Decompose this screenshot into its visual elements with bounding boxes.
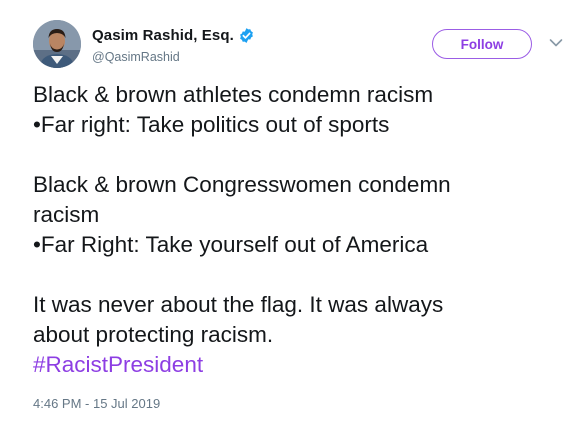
author-handle[interactable]: @QasimRashid bbox=[92, 50, 255, 64]
verified-badge-icon bbox=[239, 27, 253, 43]
tweet-line: racism bbox=[33, 202, 100, 227]
hashtag-link[interactable]: #RacistPresident bbox=[33, 352, 203, 377]
tweet-line: It was never about the flag. It was alwa… bbox=[33, 292, 444, 317]
follow-button[interactable]: Follow bbox=[432, 29, 532, 59]
tweet-text: Black & brown athletes condemn racism •F… bbox=[33, 80, 553, 380]
author-info: Qasim Rashid, Esq. @QasimRashid bbox=[92, 25, 255, 64]
profile-photo-icon bbox=[33, 20, 81, 68]
tweet-line: Black & brown Congresswomen condemn bbox=[33, 172, 451, 197]
tweet-card: Qasim Rashid, Esq. @QasimRashid Follow B… bbox=[0, 0, 576, 421]
tweet-line: Black & brown athletes condemn racism bbox=[33, 82, 434, 107]
author-display-name[interactable]: Qasim Rashid, Esq. bbox=[92, 27, 234, 44]
avatar[interactable] bbox=[33, 20, 81, 68]
tweet-line: •Far Right: Take yourself out of America bbox=[33, 232, 429, 257]
tweet-line: •Far right: Take politics out of sports bbox=[33, 112, 390, 137]
chevron-down-icon[interactable] bbox=[549, 38, 563, 48]
tweet-timestamp[interactable]: 4:46 PM - 15 Jul 2019 bbox=[33, 396, 160, 411]
tweet-line: about protecting racism. bbox=[33, 322, 274, 347]
